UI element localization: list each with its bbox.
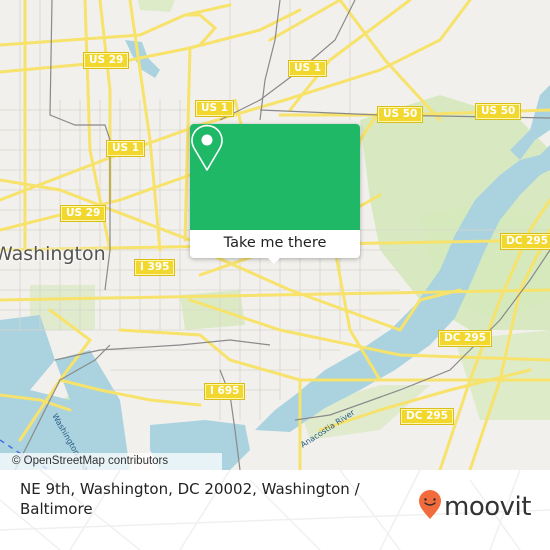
route-shield-dc295: DC 295 [500,233,550,250]
route-shield-dc295: DC 295 [438,330,492,347]
popup-pointer [267,257,281,264]
route-shield-us1: US 1 [194,100,235,117]
route-shield-us50: US 50 [474,103,522,120]
route-shield-us29: US 29 [82,52,130,69]
map-attribution[interactable]: © OpenStreetMap contributors [0,453,222,470]
take-me-there-button[interactable]: Take me there [190,230,360,258]
location-popup: Take me there [190,124,360,264]
address-text: NE 9th, Washington, DC 20002, Washington… [20,480,360,518]
brand-name: moovit [444,492,531,522]
moovit-smiley-pin-icon [419,490,441,519]
city-label-washington: Washington [0,243,106,265]
route-shield-us50: US 50 [376,106,424,123]
route-shield-us1: US 1 [105,140,146,157]
map-view[interactable]: US 29 US 1 US 1 US 1 US 29 US 50 US 50 I… [0,0,550,470]
route-shield-i395: I 395 [133,259,176,276]
footer: NE 9th, Washington, DC 20002, Washington… [0,470,550,550]
location-pin-icon [191,124,223,171]
route-shield-dc295: DC 295 [400,408,454,425]
moovit-logo[interactable]: moovit [418,490,531,520]
popup-header [190,124,360,230]
route-shield-us29: US 29 [59,205,107,222]
route-shield-us1: US 1 [287,60,328,77]
route-shield-i695: I 695 [203,383,246,400]
